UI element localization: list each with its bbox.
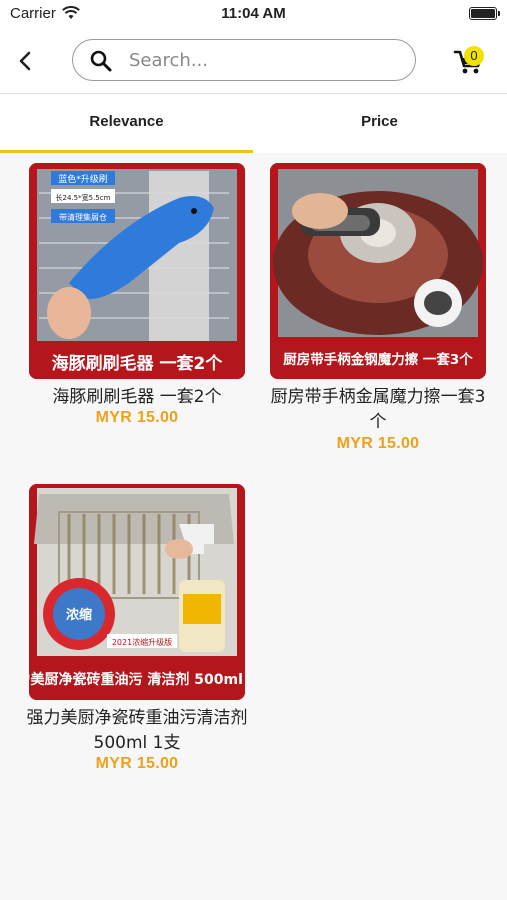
svg-text:厨房带手柄金钢魔力擦 一套3个: 厨房带手柄金钢魔力擦 一套3个 <box>283 351 473 368</box>
product-title: 厨房带手柄金属魔力擦一套3个 <box>270 387 486 432</box>
product-price: MYR 15.00 <box>95 409 179 426</box>
product-image[interactable]: 浓缩 2021浓缩升级版 强力美厨净瓷砖重油污 清洁剂 500ml 1支 <box>29 484 245 700</box>
top-navigation-bar: 0 <box>0 28 507 94</box>
svg-text:浓缩: 浓缩 <box>66 607 92 623</box>
search-bar[interactable] <box>72 39 416 81</box>
search-icon <box>90 50 112 72</box>
svg-text:长24.5*宽5.5cm: 长24.5*宽5.5cm <box>56 193 111 202</box>
product-title: 强力美厨净瓷砖重油污清洁剂 500ml 1支 <box>26 708 248 753</box>
sort-tabs: Relevance Price <box>0 95 507 153</box>
tab-relevance[interactable]: Relevance <box>0 95 253 153</box>
back-button[interactable] <box>10 46 40 76</box>
search-input[interactable] <box>129 46 399 74</box>
cart-count-badge: 0 <box>464 46 484 66</box>
product-grid: 蓝色*升级刷 长24.5*宽5.5cm 带清理集屑仓 海豚刷刷毛器 一套2个 海… <box>0 153 507 900</box>
product-title: 海豚刷刷毛器 一套2个 <box>52 387 222 407</box>
battery-icon <box>469 7 500 20</box>
chevron-left-icon <box>19 51 31 71</box>
product-price: MYR 15.00 <box>95 755 179 772</box>
svg-text:2021浓缩升级版: 2021浓缩升级版 <box>112 637 172 647</box>
tab-price[interactable]: Price <box>253 95 506 153</box>
product-price: MYR 15.00 <box>336 435 420 452</box>
product-image[interactable]: 厨房带手柄金钢魔力擦 一套3个 <box>270 163 486 379</box>
status-bar: Carrier 11:04 AM <box>0 0 507 28</box>
product-image[interactable]: 蓝色*升级刷 长24.5*宽5.5cm 带清理集屑仓 海豚刷刷毛器 一套2个 <box>29 163 245 379</box>
svg-text:带清理集屑仓: 带清理集屑仓 <box>59 212 107 222</box>
svg-text:强力美厨净瓷砖重油污 清洁剂 500ml 1支: 强力美厨净瓷砖重油污 清洁剂 500ml 1支 <box>29 671 245 688</box>
svg-text:蓝色*升级刷: 蓝色*升级刷 <box>58 173 108 185</box>
clock: 11:04 AM <box>221 5 286 22</box>
svg-text:海豚刷刷毛器 一套2个: 海豚刷刷毛器 一套2个 <box>52 353 224 374</box>
